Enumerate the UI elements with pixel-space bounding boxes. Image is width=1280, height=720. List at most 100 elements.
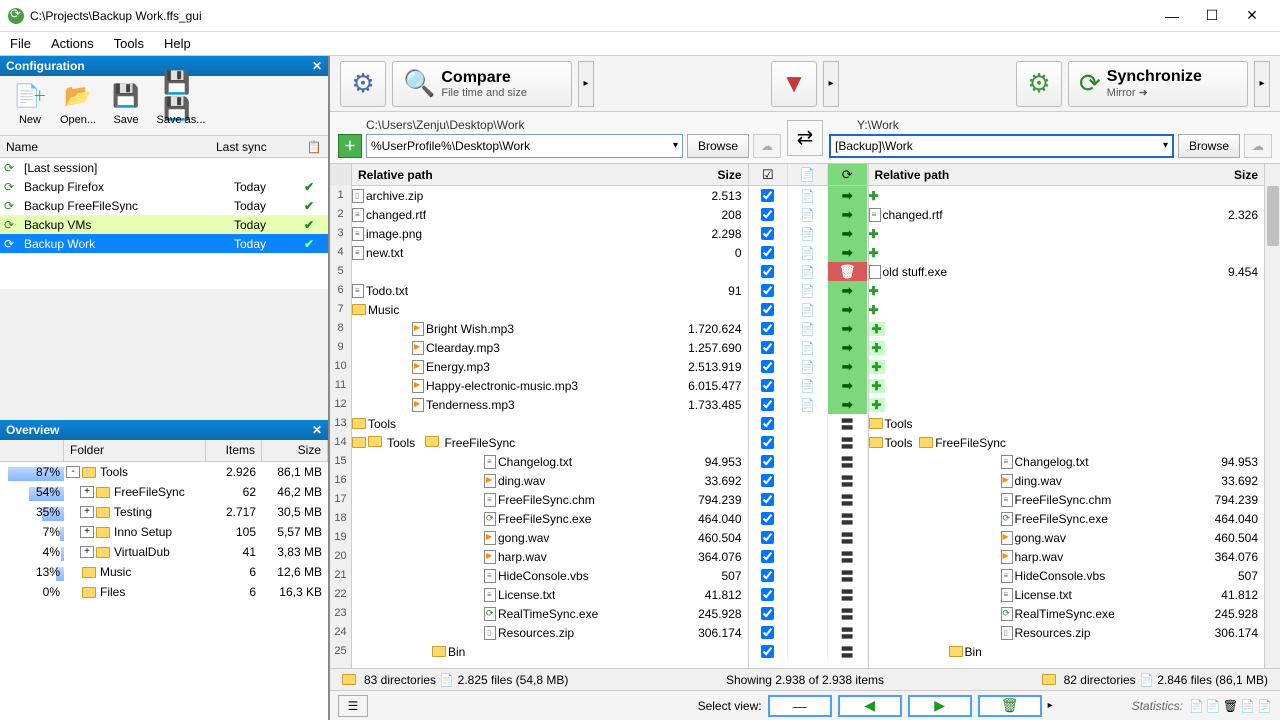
grid-row-left[interactable]: gong.wav 460.504 [352, 528, 748, 547]
view-diff-button[interactable]: — [768, 695, 832, 717]
grid-row-left[interactable]: Bin [352, 642, 748, 661]
grid-row-right[interactable]: changed.rtf 2.326 [869, 205, 1265, 224]
config-item[interactable]: Backup Firefox Today ✔ [0, 177, 328, 196]
row-checkbox[interactable] [749, 300, 789, 319]
config-item[interactable]: Backup Work Today ✔ [0, 234, 328, 253]
overview-row[interactable]: 0% Files 6 16,3 KB [0, 582, 328, 602]
row-checkbox[interactable] [749, 642, 789, 661]
grid-row-left[interactable]: Energy.mp3 2.513.919 [352, 357, 748, 376]
right-path-combo[interactable]: [Backup]\Work ▾ [829, 134, 1174, 158]
action-icon[interactable]: 〓 [828, 414, 868, 433]
action-icon[interactable]: ➡ [828, 395, 868, 414]
row-number[interactable]: 3 [330, 224, 351, 243]
left-col-size[interactable]: Size [670, 168, 748, 182]
overview-row[interactable]: 7% + Inno Setup 105 5,57 MB [0, 522, 328, 542]
menu-file[interactable]: File [0, 32, 41, 55]
row-number[interactable]: 23 [330, 604, 351, 623]
grid-row-right[interactable]: FreeFileSync.exe 464.040 [869, 509, 1265, 528]
action-icon[interactable]: ➡ [828, 300, 868, 319]
view-more-icon[interactable]: ▸ [1048, 700, 1060, 711]
action-icon[interactable]: 〓 [828, 433, 868, 452]
overview-close-icon[interactable]: ✕ [312, 423, 322, 437]
config-item[interactable]: [Last session] [0, 158, 328, 177]
add-folder-pair-button[interactable]: ＋ [338, 134, 362, 158]
open-config-button[interactable]: 📂Open... [56, 80, 100, 126]
row-checkbox[interactable] [749, 281, 789, 300]
action-icon[interactable]: 🗑 [828, 262, 868, 281]
config-item[interactable]: Backup FreeFileSync Today ✔ [0, 196, 328, 215]
filter-dropdown[interactable]: ▸ [823, 61, 839, 107]
menu-tools[interactable]: Tools [104, 32, 154, 55]
category-icon[interactable]: 📄 [788, 338, 828, 357]
view-delete-button[interactable]: 🗑 [978, 695, 1042, 717]
row-checkbox[interactable] [749, 262, 789, 281]
vertical-scrollbar[interactable] [1264, 164, 1280, 668]
row-checkbox[interactable] [749, 186, 789, 205]
category-icon[interactable]: 📄 [788, 186, 828, 205]
filter-button[interactable]: ▼ [771, 61, 817, 107]
compare-dropdown[interactable]: ▸ [578, 61, 594, 107]
row-checkbox[interactable] [749, 224, 789, 243]
action-icon[interactable]: 〓 [828, 623, 868, 642]
grid-row-left[interactable]: FreeFileSync.exe 464.040 [352, 509, 748, 528]
row-number[interactable]: 14 [330, 433, 351, 452]
category-icon[interactable]: 📄 [788, 395, 828, 414]
right-cloud-button[interactable]: ☁ [1244, 134, 1272, 158]
category-icon[interactable] [788, 623, 828, 642]
action-icon[interactable]: ➡ [828, 319, 868, 338]
row-number[interactable]: 16 [330, 471, 351, 490]
grid-row-right[interactable]: ✚ [869, 281, 1265, 300]
category-icon[interactable] [788, 509, 828, 528]
row-number[interactable]: 2 [330, 205, 351, 224]
grid-row-right[interactable]: ✚ [869, 338, 1265, 357]
grid-row-left[interactable]: changed.rtf 208 [352, 205, 748, 224]
overview-row[interactable]: 13% Music 6 12,6 MB [0, 562, 328, 582]
action-icon[interactable]: ➡ [828, 186, 868, 205]
sync-settings-button[interactable]: ⚙ [1016, 61, 1062, 107]
sync-dropdown[interactable]: ▸ [1254, 61, 1270, 107]
grid-row-right[interactable]: ✚ [869, 300, 1265, 319]
grid-row-left[interactable]: Music [352, 300, 748, 319]
category-icon[interactable] [788, 604, 828, 623]
row-number[interactable]: 1 [330, 186, 351, 205]
row-number[interactable]: 17 [330, 490, 351, 509]
category-icon[interactable] [788, 433, 828, 452]
row-number[interactable]: 18 [330, 509, 351, 528]
grid-row-right[interactable]: ✚ [869, 376, 1265, 395]
category-icon[interactable]: 📄 [788, 224, 828, 243]
row-number[interactable]: 7 [330, 300, 351, 319]
grid-row-right[interactable]: gong.wav 460.504 [869, 528, 1265, 547]
category-icon[interactable]: 📄 [788, 262, 828, 281]
action-icon[interactable]: 〓 [828, 528, 868, 547]
row-number[interactable]: 12 [330, 395, 351, 414]
row-number[interactable]: 19 [330, 528, 351, 547]
row-checkbox[interactable] [749, 604, 789, 623]
category-icon[interactable]: 📄 [788, 319, 828, 338]
row-number[interactable]: 5 [330, 262, 351, 281]
row-checkbox[interactable] [749, 528, 789, 547]
grid-row-left[interactable]: Tenderness.mp3 1.733.485 [352, 395, 748, 414]
row-checkbox[interactable] [749, 395, 789, 414]
grid-row-right[interactable]: Tools [869, 414, 1265, 433]
action-icon[interactable]: ➡ [828, 205, 868, 224]
left-browse-button[interactable]: Browse [687, 134, 749, 158]
category-icon[interactable] [788, 528, 828, 547]
grid-row-right[interactable]: ✚ [869, 186, 1265, 205]
category-icon[interactable] [788, 452, 828, 471]
view-layout-icon[interactable]: ☰ [338, 695, 368, 717]
expand-icon[interactable]: + [80, 546, 94, 558]
row-checkbox[interactable] [749, 585, 789, 604]
row-number[interactable]: 11 [330, 376, 351, 395]
row-checkbox[interactable] [749, 357, 789, 376]
row-checkbox[interactable] [749, 433, 789, 452]
grid-row-left[interactable]: image.png 2.298 [352, 224, 748, 243]
action-icon[interactable]: 〓 [828, 471, 868, 490]
grid-row-right[interactable]: Resources.zip 306.174 [869, 623, 1265, 642]
row-checkbox[interactable] [749, 205, 789, 224]
grid-row-right[interactable]: ✚ [869, 243, 1265, 262]
grid-row-left[interactable]: harp.wav 364.076 [352, 547, 748, 566]
row-number[interactable]: 22 [330, 585, 351, 604]
row-checkbox[interactable] [749, 338, 789, 357]
category-icon[interactable] [788, 490, 828, 509]
grid-row-left[interactable] [352, 262, 748, 281]
